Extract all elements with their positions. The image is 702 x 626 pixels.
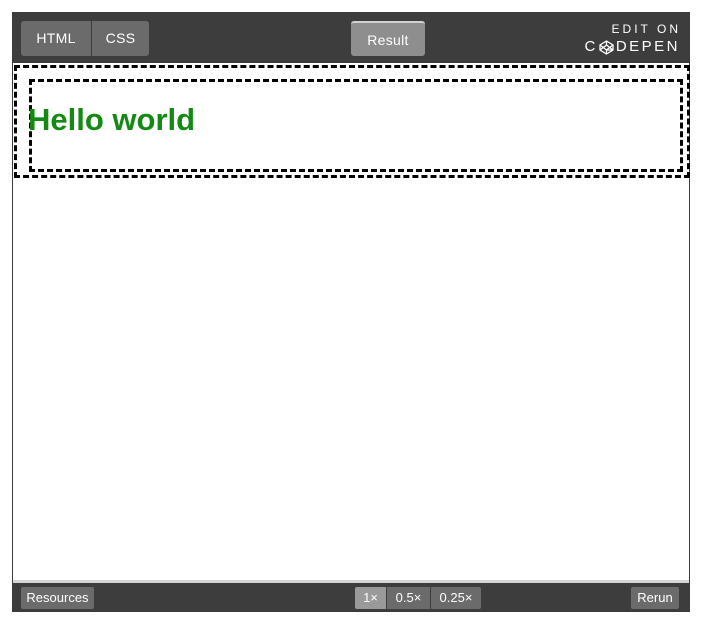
zoom-0-5x-button[interactable]: 0.5× — [386, 587, 430, 609]
edit-on-codepen-link[interactable]: EDIT ON C DEPEN — [568, 22, 678, 56]
tab-css[interactable]: CSS — [92, 21, 149, 56]
codepen-embed: HTML CSS Result EDIT ON C DEPEN Hello wo… — [12, 12, 690, 612]
tab-result[interactable]: Result — [351, 21, 425, 56]
tab-html[interactable]: HTML — [21, 21, 91, 56]
wordmark-suffix: DEPEN — [615, 38, 680, 55]
wordmark-prefix: C — [584, 38, 598, 55]
rerun-button[interactable]: Rerun — [631, 587, 679, 609]
bottom-bar: Resources 1× 0.5× 0.25× Rerun — [13, 580, 689, 611]
codepen-logo-icon — [599, 39, 614, 55]
hello-heading: Hello world — [28, 102, 196, 137]
edit-on-label: EDIT ON — [611, 22, 681, 36]
zoom-selector: 1× 0.5× 0.25× — [355, 587, 481, 609]
zoom-1x-button[interactable]: 1× — [355, 587, 386, 609]
zoom-0-25x-button[interactable]: 0.25× — [430, 587, 481, 609]
resources-button[interactable]: Resources — [21, 587, 94, 609]
result-preview: Hello world — [13, 63, 690, 580]
top-bar: HTML CSS Result EDIT ON C DEPEN — [13, 13, 689, 63]
codepen-wordmark: C DEPEN — [568, 38, 680, 56]
